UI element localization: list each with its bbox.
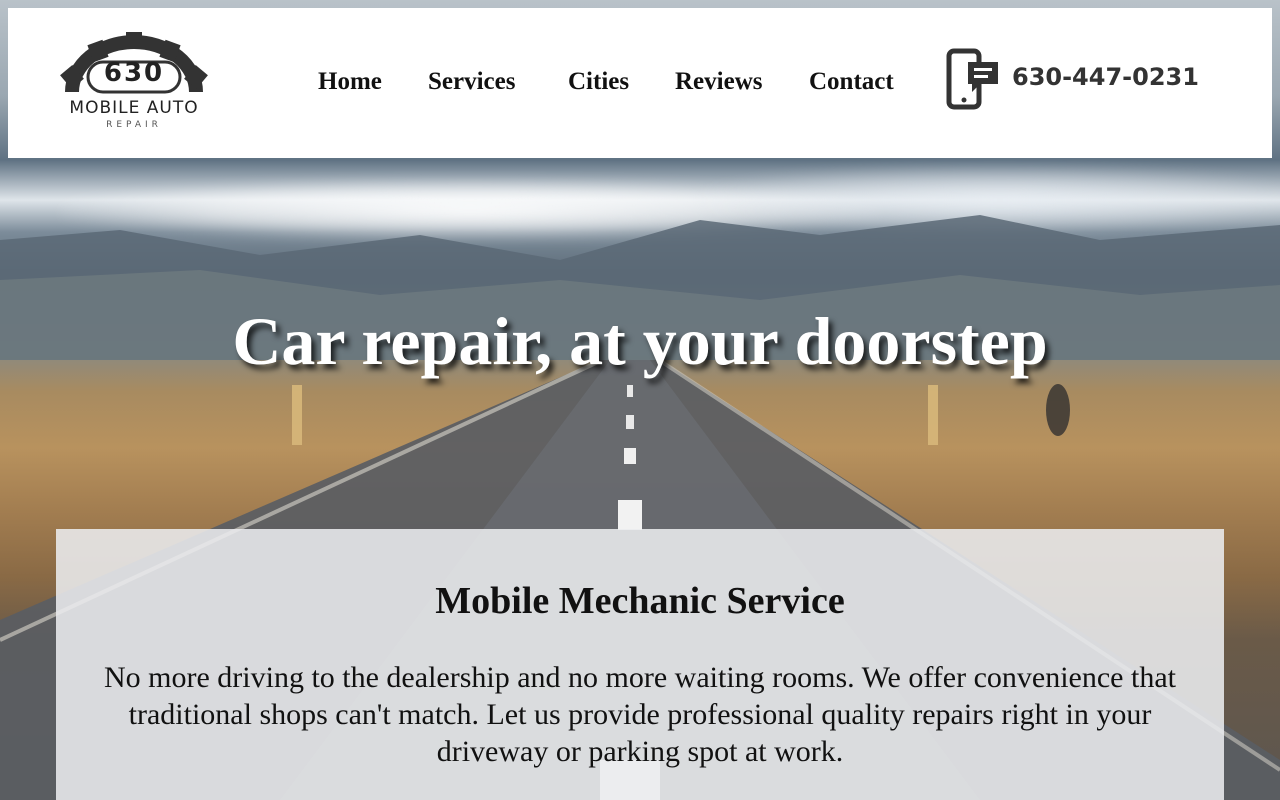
info-title: Mobile Mechanic Service	[435, 580, 845, 622]
nav-item-reviews[interactable]: Reviews	[675, 68, 762, 96]
phone-number-link[interactable]: 630-447-0231	[1012, 63, 1199, 91]
nav-item-home[interactable]: Home	[318, 68, 382, 96]
phone-chat-icon[interactable]	[946, 48, 1002, 112]
nav-item-cities[interactable]: Cities	[568, 68, 629, 96]
nav-item-services[interactable]: Services	[428, 68, 515, 96]
nav-item-contact[interactable]: Contact	[809, 68, 894, 96]
info-card: Mobile Mechanic Service No more driving …	[56, 529, 1224, 800]
page: 630 MOBILE AUTO REPAIR Home Services Cit…	[0, 0, 1280, 800]
site-header: 630 MOBILE AUTO REPAIR Home Services Cit…	[8, 8, 1272, 158]
logo-tagline: REPAIR	[106, 120, 162, 130]
info-text: No more driving to the dealership and no…	[103, 661, 1176, 768]
hero-title: Car repair, at your doorstep	[232, 303, 1048, 379]
logo-name: MOBILE AUTO	[69, 98, 199, 118]
site-logo[interactable]: 630 MOBILE AUTO REPAIR	[44, 30, 224, 138]
logo-number: 630	[103, 58, 165, 88]
